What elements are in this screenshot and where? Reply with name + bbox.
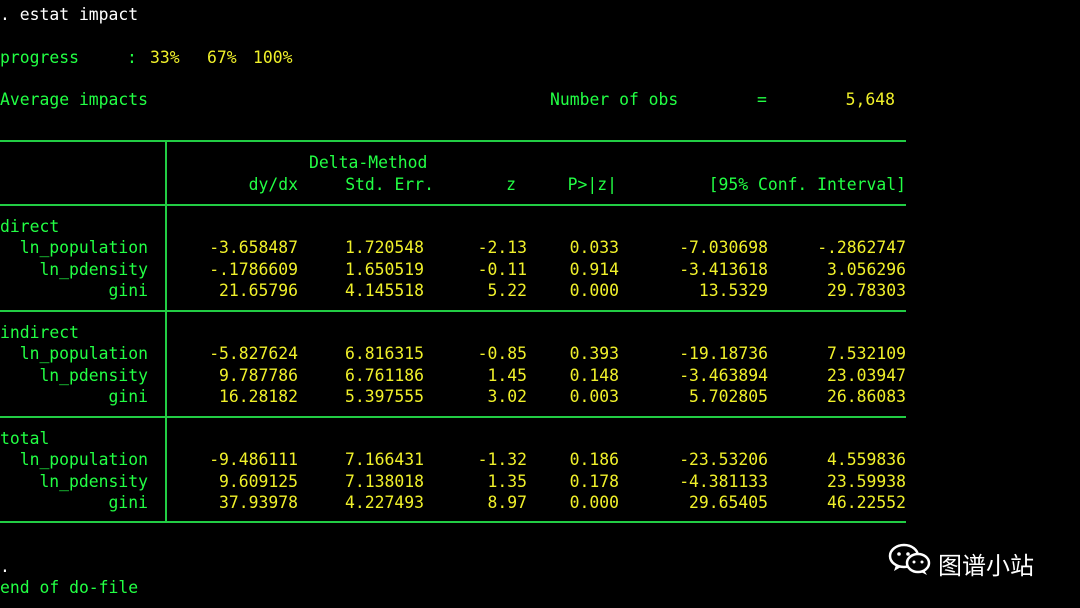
- cell-pvalue: 0.914: [569, 260, 619, 279]
- table-top-rule: [0, 140, 906, 142]
- watermark: 图谱小站: [888, 540, 1068, 580]
- cell-ci-lower: 29.65405: [689, 493, 768, 512]
- cell-ci-upper: 23.03947: [827, 366, 906, 385]
- row-label: gini: [108, 493, 148, 512]
- cell-z: 5.22: [487, 281, 527, 300]
- row-label: ln_population: [19, 344, 148, 363]
- cell-z: -0.85: [477, 344, 527, 363]
- table-vertical-rule: [165, 140, 167, 523]
- group-divider-2: [0, 416, 906, 418]
- cell-z: 3.02: [487, 387, 527, 406]
- cell-pvalue: 0.393: [569, 344, 619, 363]
- watermark-text: 图谱小站: [938, 552, 1034, 580]
- footer-dot: .: [0, 557, 10, 576]
- cell-z: -2.13: [477, 238, 527, 257]
- cell-pvalue: 0.186: [569, 450, 619, 469]
- cell-z: -0.11: [477, 260, 527, 279]
- cell-std-err: 6.816315: [345, 344, 424, 363]
- cell-dydx: -3.658487: [209, 238, 298, 257]
- row-label: ln_pdensity: [39, 366, 148, 385]
- table-bottom-rule: [0, 521, 906, 523]
- progress-step-2: 67%: [207, 48, 237, 67]
- header-delta-method: Delta-Method: [309, 153, 428, 172]
- cell-ci-upper: 46.22552: [827, 493, 906, 512]
- cell-dydx: -5.827624: [209, 344, 298, 363]
- cell-ci-upper: 26.86083: [827, 387, 906, 406]
- cell-ci-lower: -3.463894: [679, 366, 768, 385]
- cell-dydx: -.1786609: [209, 260, 298, 279]
- cell-ci-upper: -.2862747: [817, 238, 906, 257]
- cell-ci-lower: 5.702805: [689, 387, 768, 406]
- obs-equals: =: [757, 90, 767, 109]
- progress-step-3: 100%: [253, 48, 293, 67]
- group-divider-1: [0, 310, 906, 312]
- row-label: ln_pdensity: [39, 472, 148, 491]
- row-label: ln_pdensity: [39, 260, 148, 279]
- cell-ci-upper: 4.559836: [827, 450, 906, 469]
- cell-pvalue: 0.000: [569, 493, 619, 512]
- cell-ci-lower: 13.5329: [698, 281, 768, 300]
- wechat-icon: [888, 543, 931, 575]
- cell-ci-upper: 3.056296: [827, 260, 906, 279]
- group-label-total: total: [0, 429, 50, 448]
- row-label: gini: [108, 281, 148, 300]
- progress-label: progress: [0, 48, 79, 67]
- cell-pvalue: 0.178: [569, 472, 619, 491]
- cell-dydx: 16.28182: [219, 387, 298, 406]
- cell-ci-lower: -7.030698: [679, 238, 768, 257]
- cell-pvalue: 0.003: [569, 387, 619, 406]
- row-label: gini: [108, 387, 148, 406]
- end-of-dofile: end of do-file: [0, 578, 139, 597]
- cell-ci-lower: -23.53206: [679, 450, 768, 469]
- summary-title: Average impacts: [0, 90, 149, 109]
- row-label: ln_population: [19, 450, 148, 469]
- header-conf-interval: [95% Conf. Interval]: [708, 175, 906, 194]
- cell-ci-lower: -19.18736: [679, 344, 768, 363]
- cell-std-err: 1.720548: [345, 238, 424, 257]
- group-label-direct: direct: [0, 217, 60, 236]
- cell-std-err: 7.166431: [345, 450, 424, 469]
- cell-dydx: 9.609125: [219, 472, 298, 491]
- header-std-err: Std. Err.: [345, 175, 434, 194]
- cell-ci-upper: 23.59938: [827, 472, 906, 491]
- cell-std-err: 7.138018: [345, 472, 424, 491]
- cell-std-err: 4.145518: [345, 281, 424, 300]
- group-label-indirect: indirect: [0, 323, 79, 342]
- cell-dydx: 9.787786: [219, 366, 298, 385]
- cell-std-err: 4.227493: [345, 493, 424, 512]
- cell-std-err: 6.761186: [345, 366, 424, 385]
- cell-std-err: 5.397555: [345, 387, 424, 406]
- table-header-rule: [0, 204, 906, 206]
- cell-pvalue: 0.000: [569, 281, 619, 300]
- cell-z: 8.97: [487, 493, 527, 512]
- cell-dydx: -9.486111: [209, 450, 298, 469]
- progress-separator: :: [127, 48, 137, 67]
- cell-pvalue: 0.148: [569, 366, 619, 385]
- cell-pvalue: 0.033: [569, 238, 619, 257]
- cell-dydx: 37.93978: [219, 493, 298, 512]
- cell-dydx: 21.65796: [219, 281, 298, 300]
- command-line: . estat impact: [0, 5, 139, 24]
- header-dydx: dy/dx: [248, 175, 298, 194]
- header-z: z: [506, 175, 516, 194]
- header-pvalue: P>|z|: [567, 175, 617, 194]
- cell-ci-lower: -3.413618: [679, 260, 768, 279]
- cell-ci-upper: 7.532109: [827, 344, 906, 363]
- cell-std-err: 1.650519: [345, 260, 424, 279]
- cell-z: -1.32: [477, 450, 527, 469]
- row-label: ln_population: [19, 238, 148, 257]
- obs-value: 5,648: [845, 90, 895, 109]
- cell-ci-lower: -4.381133: [679, 472, 768, 491]
- cell-z: 1.35: [487, 472, 527, 491]
- cell-z: 1.45: [487, 366, 527, 385]
- cell-ci-upper: 29.78303: [827, 281, 906, 300]
- progress-step-1: 33%: [150, 48, 180, 67]
- obs-label: Number of obs: [550, 90, 679, 109]
